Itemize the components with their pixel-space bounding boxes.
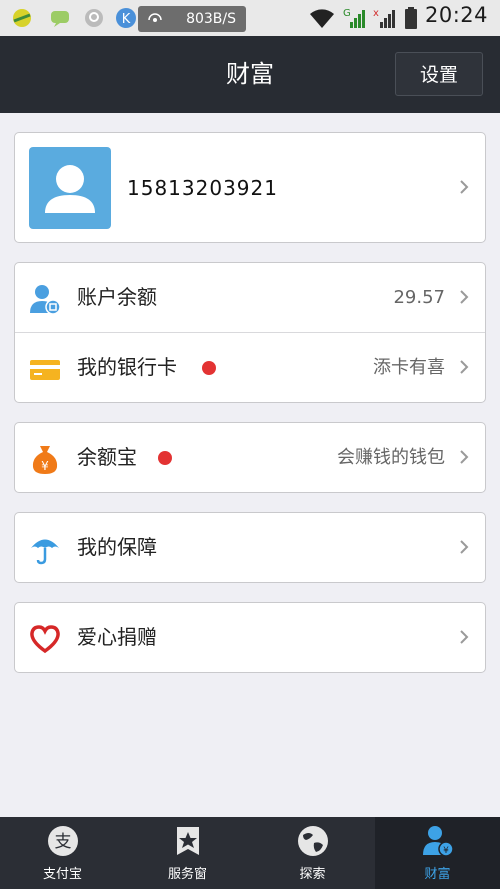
yuebao-label: 余额宝 [77, 445, 137, 469]
bank-card-icon [30, 360, 60, 380]
charity-row[interactable]: 爱心捐赠 [15, 603, 485, 672]
svg-text:G: G [343, 8, 351, 19]
profile-card[interactable]: 15813203921 [14, 132, 486, 243]
tab-label: 服务窗 [167, 867, 207, 882]
charity-card: 爱心捐赠 [14, 602, 486, 673]
umbrella-icon [31, 539, 59, 565]
wifi-hotspot-icon [148, 13, 162, 22]
balance-value: 29.57 [393, 287, 445, 308]
insurance-row[interactable]: 我的保障 [15, 513, 485, 582]
search-app-icon [85, 9, 103, 27]
bottom-tab-bar: 支 支付宝 服务窗 探索 ¥ 财富 [0, 817, 500, 889]
insurance-card: 我的保障 [14, 512, 486, 583]
avatar[interactable] [29, 147, 111, 229]
insurance-label: 我的保障 [77, 535, 157, 559]
bank-card-row[interactable]: 我的银行卡 添卡有喜 [15, 333, 485, 402]
money-bag-icon: ¥ [32, 446, 58, 474]
chevron-right-icon [460, 290, 469, 304]
star-badge-icon [177, 827, 199, 855]
network-speed-text: 803B/S [186, 11, 236, 27]
battery-icon [405, 7, 417, 29]
chevron-right-icon [460, 630, 469, 644]
svg-text:K: K [122, 12, 131, 27]
tab-wealth[interactable]: ¥ 财富 [375, 817, 500, 889]
status-bar: K 803B/S G x 20:24 [0, 0, 500, 36]
yuebao-row[interactable]: ¥ 余额宝 会赚钱的钱包 [15, 423, 485, 492]
svg-text:¥: ¥ [41, 459, 49, 473]
chat-app-icon [51, 11, 69, 27]
tab-label: 探索 [299, 867, 326, 882]
tab-service-window[interactable]: 服务窗 [125, 817, 250, 889]
chevron-right-icon [460, 180, 469, 194]
account-balance-icon [30, 285, 61, 315]
settings-button[interactable]: 设置 [395, 52, 483, 96]
alipay-logo-icon: 支 [48, 826, 78, 856]
user-silhouette-icon [45, 165, 95, 213]
svg-text:x: x [373, 8, 379, 19]
tab-label: 支付宝 [42, 867, 82, 882]
bank-card-value: 添卡有喜 [373, 357, 445, 378]
heart-icon [30, 625, 60, 654]
yuebao-value: 会赚钱的钱包 [337, 447, 445, 468]
account-group-card: 账户余额 29.57 我的银行卡 添卡有喜 [14, 262, 486, 403]
svg-text:支: 支 [55, 832, 72, 852]
account-phone: 15813203921 [127, 176, 278, 200]
new-badge-dot [202, 361, 216, 375]
k-app-icon: K [116, 8, 136, 28]
chevron-right-icon [460, 450, 469, 464]
tab-label: 财富 [424, 867, 451, 882]
wifi-icon [310, 9, 334, 28]
tab-explore[interactable]: 探索 [250, 817, 375, 889]
tab-alipay[interactable]: 支 支付宝 [0, 817, 125, 889]
bank-card-label: 我的银行卡 [77, 355, 177, 379]
network-speed: 803B/S [138, 6, 246, 32]
new-badge-dot [158, 451, 172, 465]
balance-row[interactable]: 账户余额 29.57 [15, 263, 485, 332]
yuebao-card: ¥ 余额宝 会赚钱的钱包 [14, 422, 486, 493]
chevron-right-icon [460, 360, 469, 374]
status-time: 20:24 [424, 3, 488, 27]
chevron-right-icon [460, 540, 469, 554]
balance-label: 账户余额 [77, 285, 157, 309]
wealth-user-icon: ¥ [423, 826, 454, 857]
charity-label: 爱心捐赠 [77, 625, 157, 649]
svg-text:¥: ¥ [443, 846, 449, 856]
game-app-icon [13, 9, 31, 27]
signal-g-icon: G [343, 8, 365, 28]
globe-icon [298, 826, 328, 856]
signal-no-service-icon: x [373, 8, 395, 28]
